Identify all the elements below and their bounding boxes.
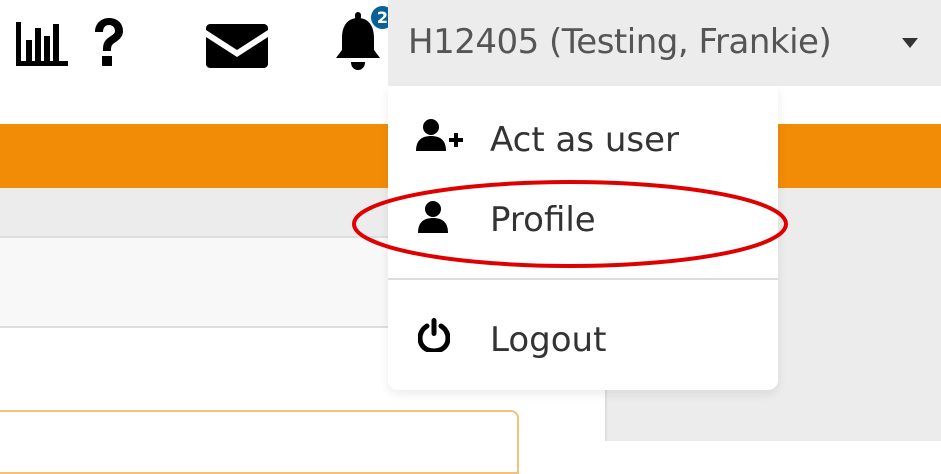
- user-dropdown-menu: Act as user Profile Logout: [388, 86, 778, 390]
- user-menu-toggle[interactable]: H12405 (Testing, Frankie): [388, 0, 941, 86]
- menu-item-profile[interactable]: Profile: [388, 186, 778, 256]
- top-header-bar: 2 H12405 (Testing, Frankie): [0, 0, 941, 86]
- bar-chart-icon[interactable]: [16, 22, 68, 66]
- caret-down-icon: [902, 38, 918, 48]
- menu-item-label: Profile: [490, 200, 596, 240]
- menu-item-label: Act as user: [490, 120, 680, 160]
- form-input-box[interactable]: [0, 410, 519, 474]
- menu-item-label: Logout: [490, 320, 607, 360]
- menu-divider: [388, 278, 778, 280]
- power-icon: [418, 318, 450, 352]
- menu-item-logout[interactable]: Logout: [388, 304, 778, 374]
- user-name-label: H12405 (Testing, Frankie): [408, 22, 832, 62]
- user-icon: [418, 201, 448, 233]
- envelope-icon[interactable]: [206, 24, 268, 68]
- help-icon[interactable]: [91, 18, 125, 66]
- user-plus-icon: [416, 119, 463, 151]
- menu-item-act-as-user[interactable]: Act as user: [388, 106, 778, 176]
